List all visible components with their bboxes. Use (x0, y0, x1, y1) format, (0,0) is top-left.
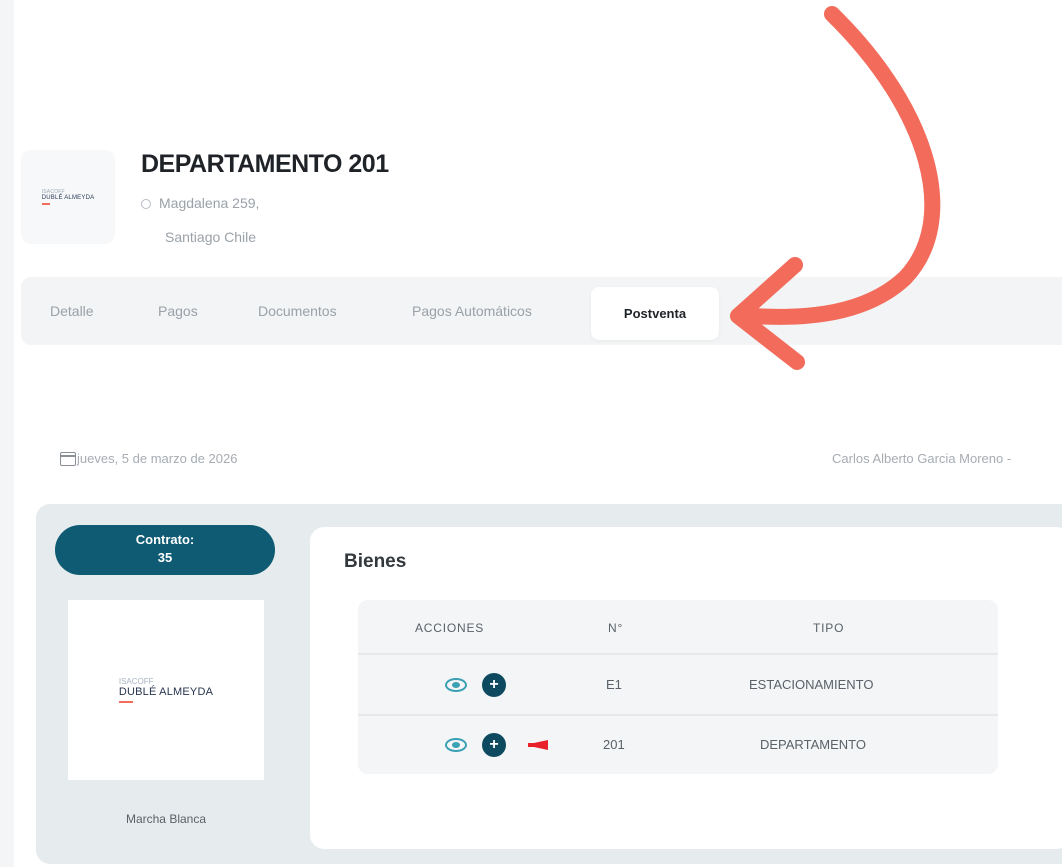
page-title: DEPARTAMENTO 201 (141, 150, 389, 178)
row-1-tipo: ESTACIONAMIENTO (749, 677, 874, 692)
view-eye-icon[interactable] (445, 738, 467, 752)
tab-detalle[interactable]: Detalle (50, 277, 94, 345)
contract-logo-accent (118, 701, 133, 703)
contract-number: 35 (157, 550, 173, 565)
column-header-numero: N° (608, 621, 624, 635)
address-line-1-text: Magdalena 259, (159, 195, 260, 211)
contract-logo-name: DUBLÉ ALMEYDA (118, 686, 214, 698)
plus-circle-icon[interactable]: + (482, 673, 506, 697)
view-eye-icon[interactable] (445, 678, 467, 692)
address-line-1: Magdalena 259, (141, 195, 259, 211)
contract-image: ISACOFF DUBLÉ ALMEYDA (68, 600, 264, 780)
row-divider (358, 653, 998, 655)
contract-badge: Contrato: 35 (55, 525, 275, 575)
bienes-table: ACCIONES N° TIPO + E1 ESTACIONAMIENTO + … (358, 600, 998, 774)
calendar-icon (60, 452, 76, 466)
contract-logo-top: ISACOFF (118, 677, 154, 686)
tab-postventa[interactable]: Postventa (591, 287, 719, 340)
user-name: Carlos Alberto Garcia Moreno - (832, 451, 1012, 466)
column-header-acciones: ACCIONES (415, 621, 485, 635)
contract-caption: Marcha Blanca (125, 812, 207, 826)
tab-bar: Detalle Pagos Documentos Pagos Automátic… (21, 277, 1062, 345)
address-line-2: Santiago Chile (165, 229, 257, 245)
current-date: jueves, 5 de marzo de 2026 (77, 451, 238, 466)
megaphone-icon[interactable] (528, 740, 552, 750)
property-logo: ISACOFF DUBLÉ ALMEYDA (21, 150, 115, 244)
contract-label: Contrato: (135, 532, 195, 547)
left-edge-strip (0, 0, 14, 867)
location-pin-icon (141, 199, 151, 209)
bienes-title: Bienes (344, 551, 407, 572)
logo-accent-bar (41, 203, 50, 205)
tab-documentos[interactable]: Documentos (258, 277, 337, 345)
tab-pagos[interactable]: Pagos (158, 277, 198, 345)
tab-pagos-automaticos[interactable]: Pagos Automáticos (412, 277, 532, 345)
row-divider (358, 714, 998, 716)
plus-circle-icon[interactable]: + (482, 733, 506, 757)
row-1-numero: E1 (606, 677, 622, 692)
logo-name-text: DUBLÉ ALMEYDA (41, 195, 95, 201)
row-2-tipo: DEPARTAMENTO (760, 737, 866, 752)
column-header-tipo: TIPO (813, 621, 845, 635)
row-2-numero: 201 (603, 737, 625, 752)
